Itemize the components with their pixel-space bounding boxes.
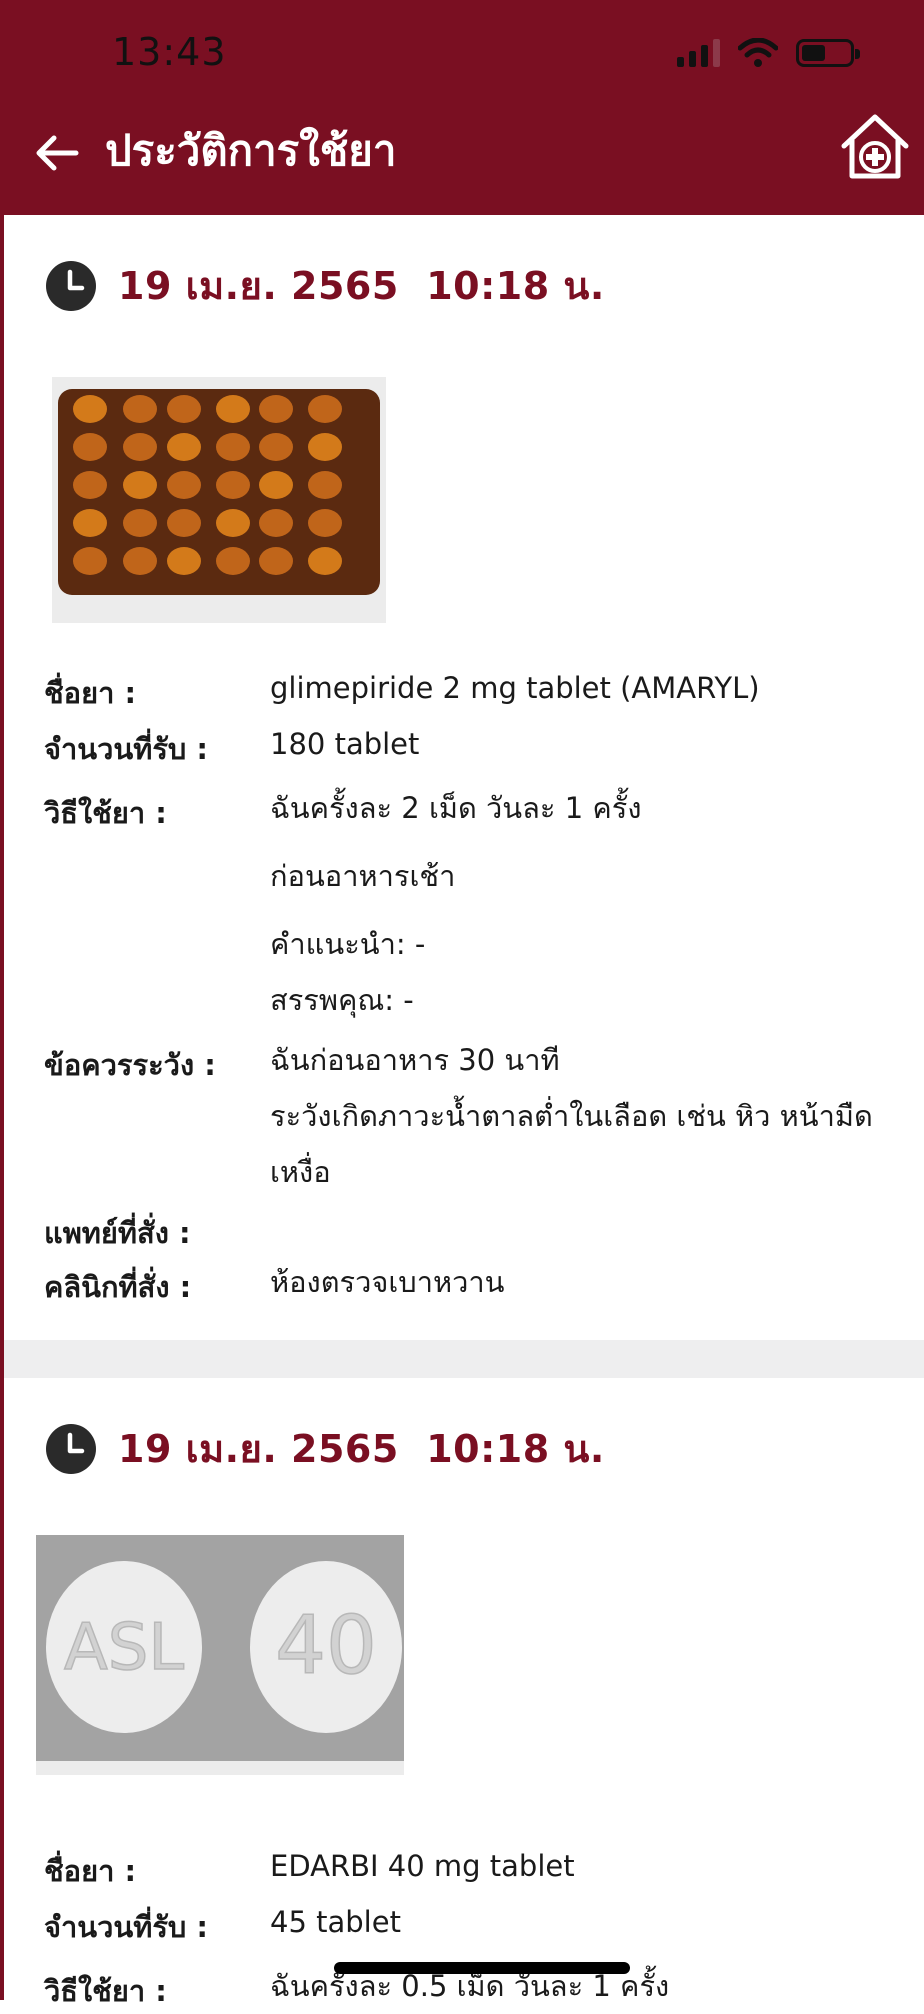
record-datetime-row: 19 เม.ย. 2565 10:18 น. bbox=[46, 1418, 605, 1479]
drug-name-value: glimepiride 2 mg tablet (AMARYL) bbox=[270, 671, 760, 705]
blister-pill bbox=[308, 395, 342, 423]
page-title: ประวัติการใช้ยา bbox=[105, 126, 397, 175]
home-indicator[interactable] bbox=[334, 1962, 630, 1974]
blister-pill bbox=[167, 547, 201, 575]
blister-pill bbox=[259, 395, 293, 423]
drug-name-label: ชื่อยา : bbox=[44, 1854, 137, 1888]
blister-pill bbox=[259, 433, 293, 461]
property-text: สรรพคุณ: - bbox=[270, 983, 414, 1017]
blister-pill bbox=[123, 395, 157, 423]
wifi-icon bbox=[738, 38, 778, 67]
battery-icon bbox=[796, 39, 860, 67]
blister-pill bbox=[73, 547, 107, 575]
drug-name-value: EDARBI 40 mg tablet bbox=[270, 1849, 575, 1883]
blister-pill bbox=[308, 433, 342, 461]
blister-pill bbox=[216, 509, 250, 537]
clock-icon bbox=[46, 1423, 96, 1474]
usage-instruction: ฉันครั้งละ 2 เม็ด วันละ 1 ครั้ง bbox=[270, 791, 642, 825]
blister-pill bbox=[73, 395, 107, 423]
blister-pill bbox=[308, 471, 342, 499]
status-time: 13:43 bbox=[112, 30, 227, 74]
blister-pill bbox=[167, 433, 201, 461]
blister-pill bbox=[259, 547, 293, 575]
blister-pill bbox=[123, 547, 157, 575]
blister-pill bbox=[259, 509, 293, 537]
quantity-label: จำนวนที่รับ : bbox=[44, 732, 209, 766]
hospital-home-icon[interactable] bbox=[838, 112, 912, 182]
blister-pill bbox=[123, 433, 157, 461]
medication-record-card: 19 เม.ย. 2565 10:18 น. ASL 40 ชื่อยา : E… bbox=[4, 1378, 924, 2008]
caution-label: ข้อควรระวัง : bbox=[44, 1048, 216, 1082]
drug-name-label: ชื่อยา : bbox=[44, 676, 137, 710]
blister-pill bbox=[308, 509, 342, 537]
doctor-label: แพทย์ที่สั่ง : bbox=[44, 1216, 191, 1250]
blister-pill bbox=[167, 395, 201, 423]
caution-line-3: เหงื่อ bbox=[270, 1155, 331, 1189]
quantity-value: 180 tablet bbox=[270, 727, 420, 761]
back-arrow-icon[interactable] bbox=[32, 128, 82, 178]
clinic-value: ห้องตรวจเบาหวาน bbox=[270, 1265, 505, 1299]
record-datetime: 19 เม.ย. 2565 10:18 น. bbox=[118, 1427, 605, 1471]
app-header: 13:43 ประวัติการใช้ยา bbox=[0, 0, 924, 215]
blister-pill bbox=[259, 471, 293, 499]
advice-text: คำแนะนำ: - bbox=[270, 927, 426, 961]
frame-edge bbox=[0, 0, 4, 2000]
blister-pill bbox=[73, 509, 107, 537]
blister-pill bbox=[216, 547, 250, 575]
blister-pill bbox=[216, 395, 250, 423]
clinic-label: คลินิกที่สั่ง : bbox=[44, 1270, 192, 1304]
usage-label: วิธีใช้ยา : bbox=[44, 1974, 167, 2008]
usage-label: วิธีใช้ยา : bbox=[44, 796, 167, 830]
pill-photo-image: ASL 40 bbox=[36, 1535, 404, 1761]
pill-imprint-left: ASL bbox=[64, 1611, 184, 1685]
blister-pill bbox=[308, 547, 342, 575]
drug-image bbox=[52, 377, 386, 623]
blister-pill bbox=[73, 471, 107, 499]
blister-pill bbox=[123, 509, 157, 537]
record-divider bbox=[4, 1340, 924, 1378]
quantity-value: 45 tablet bbox=[270, 1905, 401, 1939]
clock-icon bbox=[46, 260, 96, 311]
blister-pill bbox=[216, 433, 250, 461]
blister-pill bbox=[167, 509, 201, 537]
medication-record-card: 19 เม.ย. 2565 10:18 น. ชื่อยา : glimepir… bbox=[4, 215, 924, 1340]
cellular-signal-icon bbox=[677, 39, 720, 67]
caution-line-2: ระวังเกิดภาวะน้ำตาลต่ำในเลือด เช่น หิว ห… bbox=[270, 1099, 873, 1133]
blister-pill bbox=[216, 471, 250, 499]
blister-pack-image bbox=[58, 389, 380, 595]
record-datetime: 19 เม.ย. 2565 10:18 น. bbox=[118, 264, 605, 308]
drug-image: ASL 40 bbox=[36, 1535, 404, 1775]
caution-line-1: ฉันก่อนอาหาร 30 นาที bbox=[270, 1043, 560, 1077]
record-datetime-row: 19 เม.ย. 2565 10:18 น. bbox=[46, 255, 605, 316]
pill-imprint-right: 40 bbox=[275, 1599, 377, 1692]
blister-pill bbox=[73, 433, 107, 461]
blister-pill bbox=[123, 471, 157, 499]
blister-pill bbox=[167, 471, 201, 499]
usage-timing: ก่อนอาหารเช้า bbox=[270, 859, 456, 893]
status-icons bbox=[677, 38, 860, 68]
quantity-label: จำนวนที่รับ : bbox=[44, 1910, 209, 1944]
